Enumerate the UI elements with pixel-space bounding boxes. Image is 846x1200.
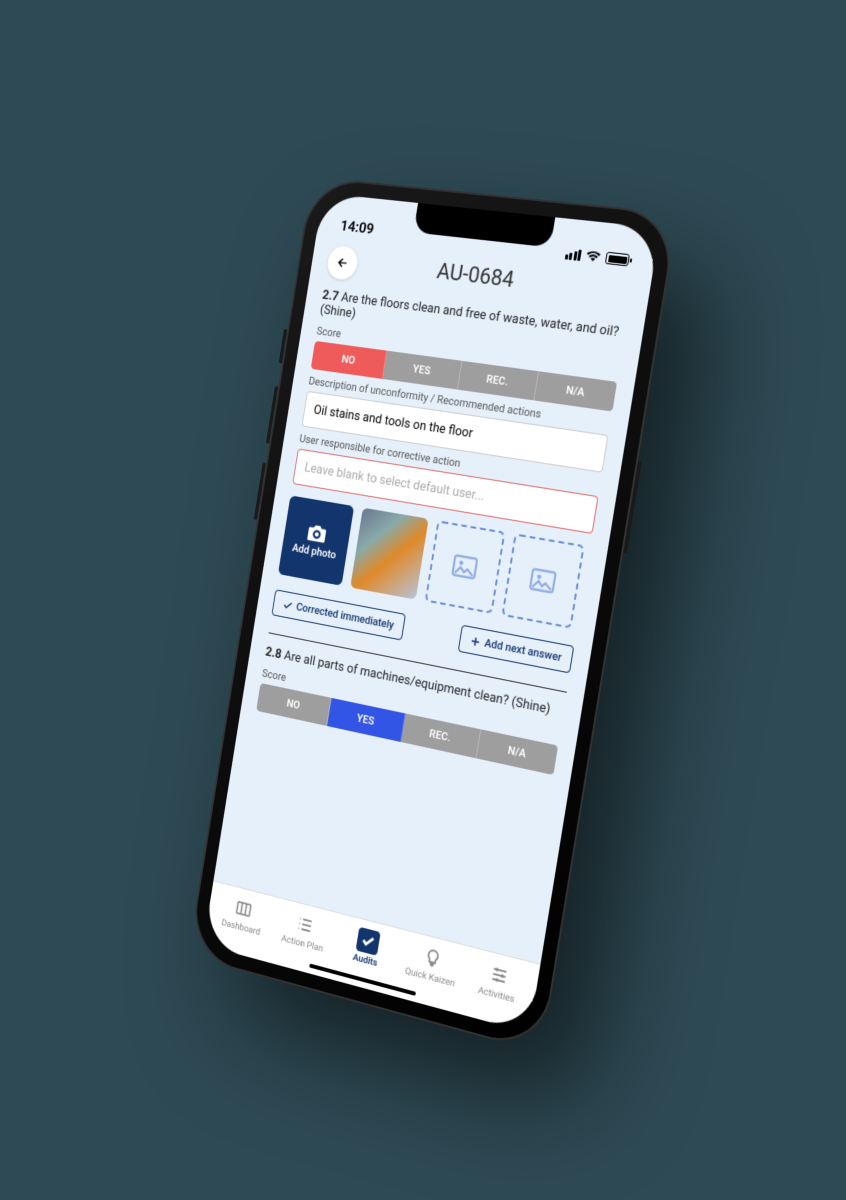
photo-placeholder-3[interactable] <box>501 533 584 628</box>
question-2-7: 2.7 Are the floors clean and free of was… <box>319 288 626 356</box>
add-photo-label: Add photo <box>291 541 337 561</box>
dashboard-icon <box>232 895 256 923</box>
status-time: 14:09 <box>339 217 375 238</box>
wifi-icon <box>585 249 602 263</box>
checkbox-icon <box>356 927 381 956</box>
corrected-immediately-button[interactable]: Corrected immediately <box>271 589 405 640</box>
phone-frame: 14:09 AU-0684 2.7 <box>188 176 679 1053</box>
add-next-answer-button[interactable]: Add next answer <box>458 625 575 674</box>
score-na[interactable]: N/A <box>476 729 558 775</box>
tab-quick-kaizen[interactable]: Quick Kaizen <box>396 938 468 992</box>
corrected-label: Corrected immediately <box>295 600 394 631</box>
score-yes[interactable]: YES <box>383 351 462 390</box>
cellular-icon <box>564 248 581 261</box>
image-icon <box>529 567 557 594</box>
image-icon <box>451 554 478 580</box>
camera-icon <box>306 522 328 545</box>
phone-mockup: 14:09 AU-0684 2.7 <box>188 176 679 1053</box>
question-number: 2.8 <box>264 645 282 663</box>
score-rec[interactable]: REC. <box>401 713 481 758</box>
tab-action-plan[interactable]: Action Plan <box>270 905 338 957</box>
tab-dashboard[interactable]: Dashboard <box>210 890 276 941</box>
plus-icon <box>469 634 482 648</box>
add-photo-button[interactable]: Add photo <box>278 495 354 585</box>
screen: 14:09 AU-0684 2.7 <box>203 193 660 1033</box>
check-icon <box>282 598 294 611</box>
list-icon <box>293 911 317 940</box>
lightbulb-icon <box>420 943 446 973</box>
status-right <box>564 247 630 266</box>
sliders-icon <box>486 960 512 990</box>
add-next-label: Add next answer <box>484 636 563 664</box>
score-rec[interactable]: REC. <box>457 361 538 401</box>
photo-thumbnail-1[interactable] <box>350 508 428 600</box>
tab-audits[interactable]: Audits <box>332 921 402 974</box>
photo-placeholder-2[interactable] <box>425 520 506 614</box>
tab-label: Activities <box>477 985 515 1006</box>
score-no[interactable]: NO <box>311 341 388 379</box>
content-scroll[interactable]: 2.7 Are the floors clean and free of was… <box>214 278 646 963</box>
score-na[interactable]: N/A <box>534 371 617 411</box>
arrow-left-icon <box>335 255 349 270</box>
battery-icon <box>605 252 630 267</box>
tab-label: Quick Kaizen <box>404 966 455 990</box>
tab-activities[interactable]: Activities <box>462 955 535 1010</box>
